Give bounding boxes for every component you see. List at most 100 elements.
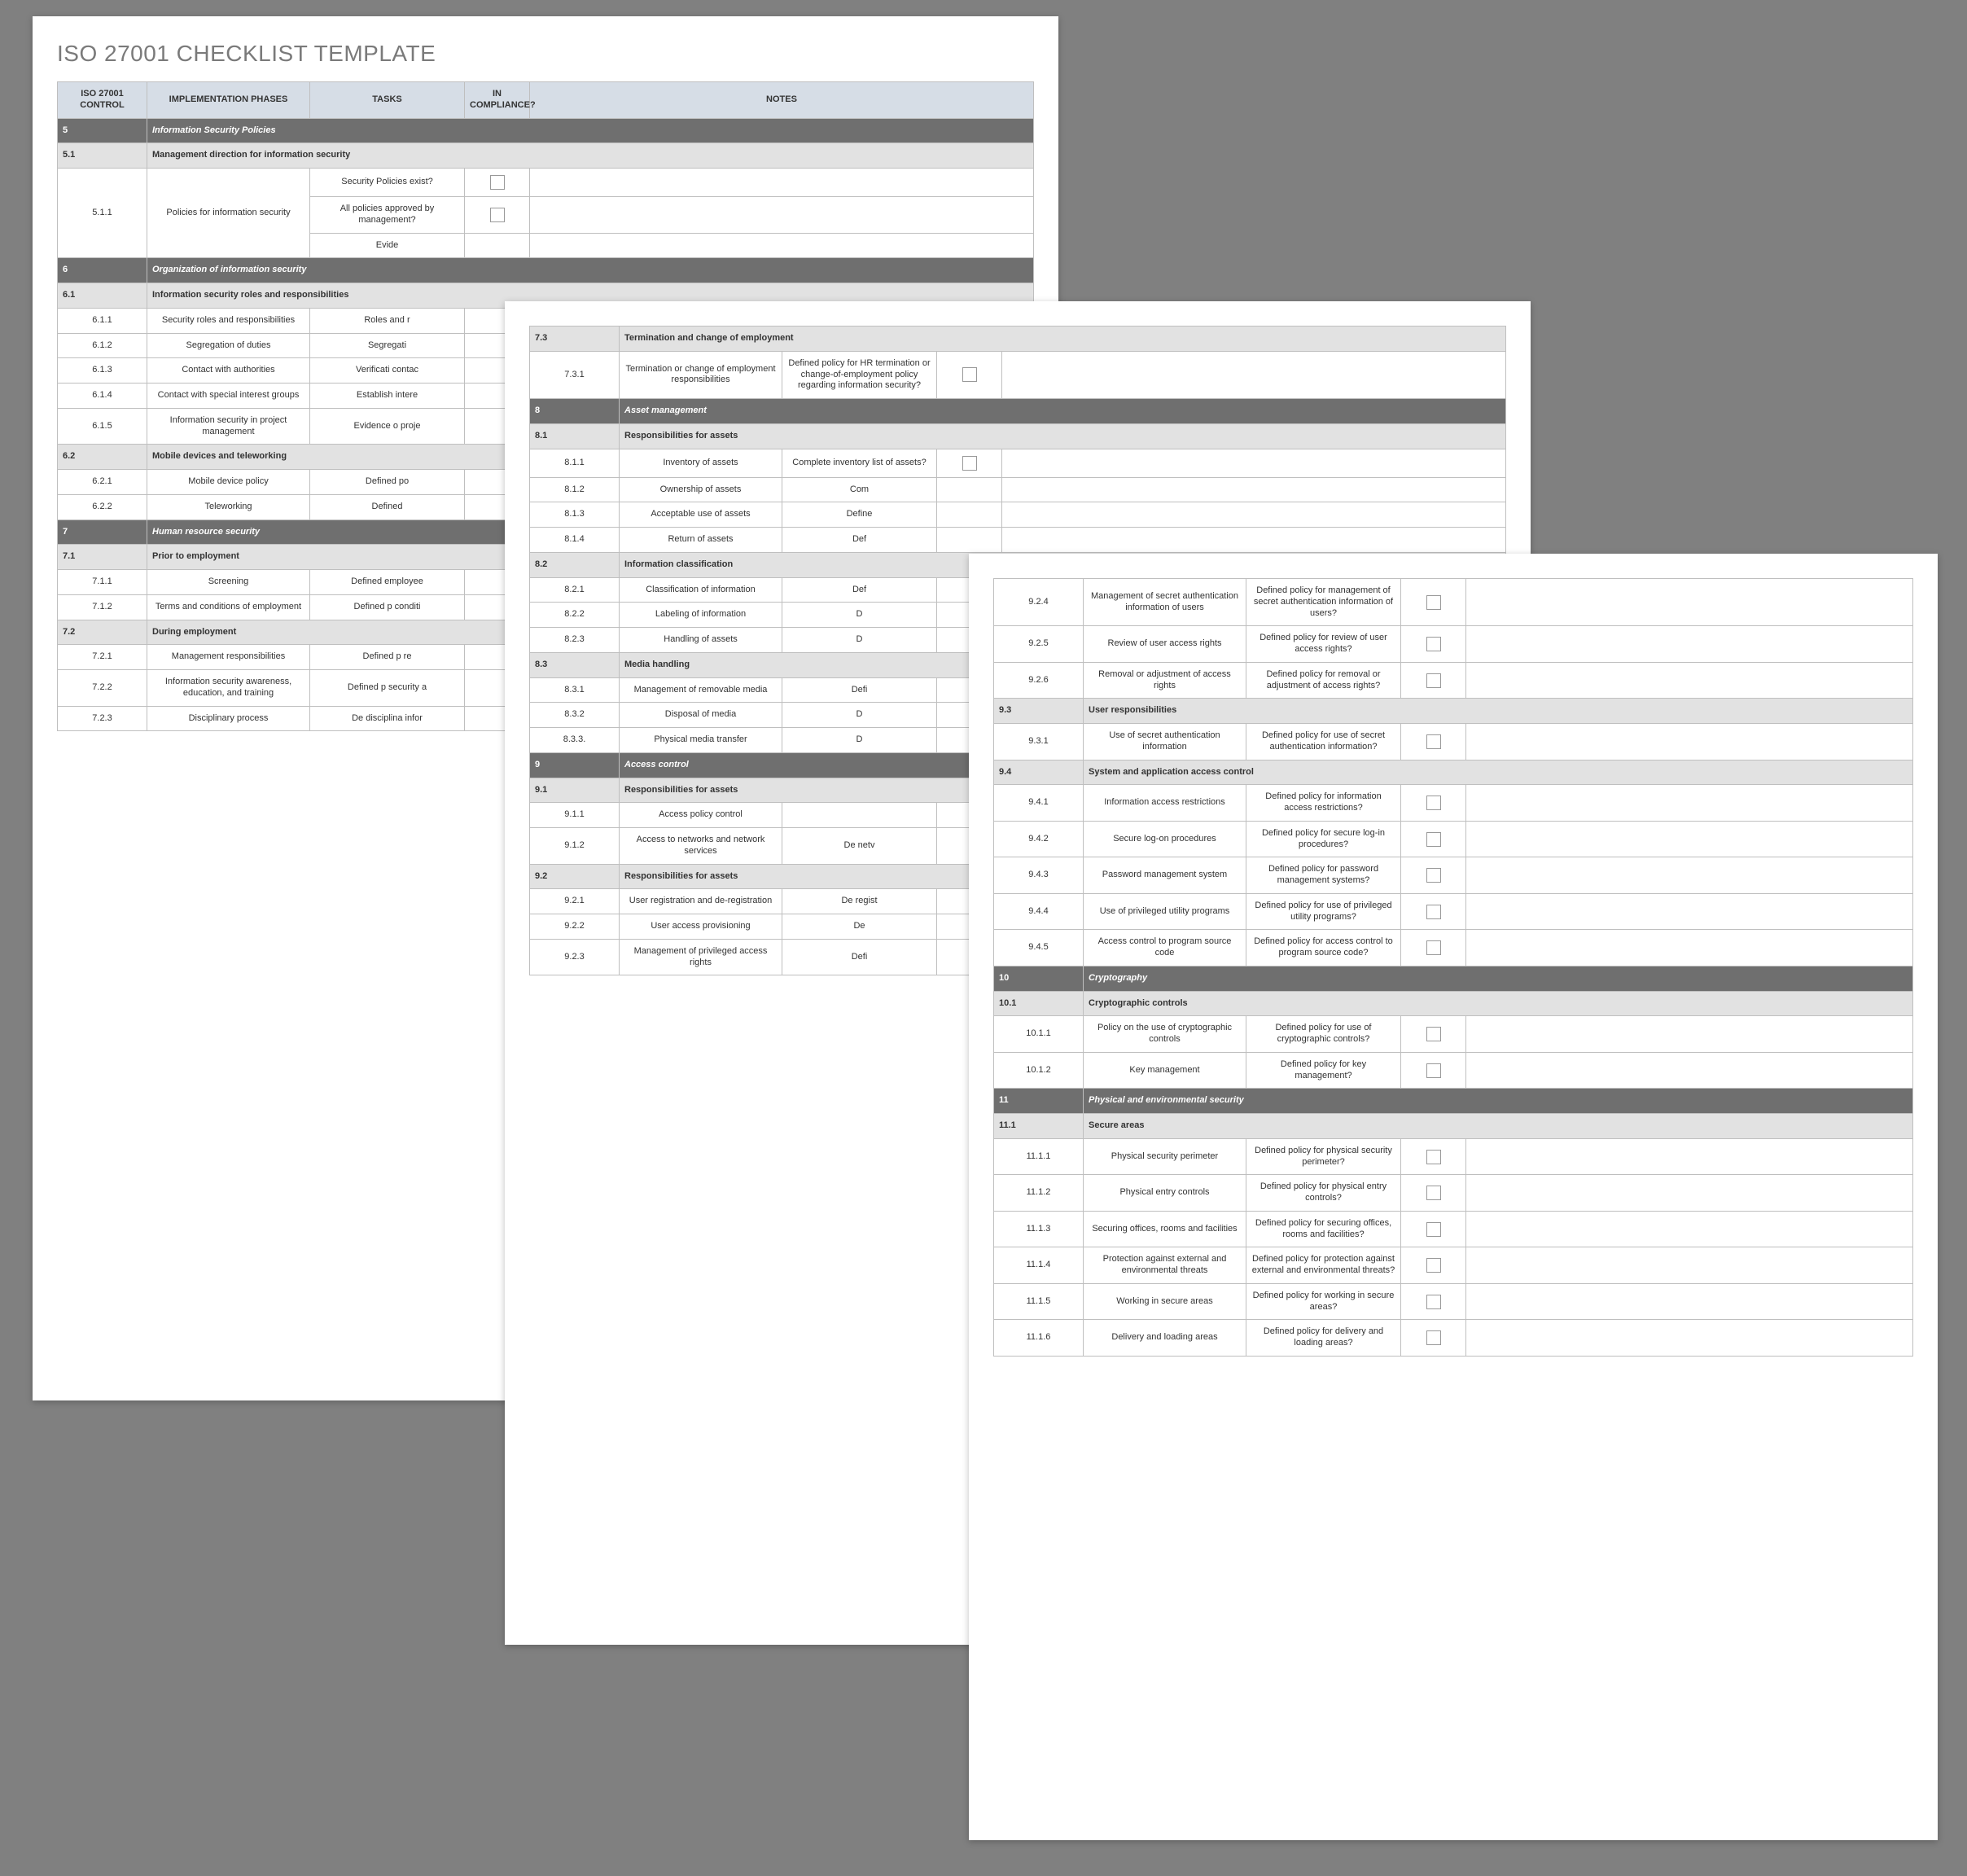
section-label: Physical and environmental security [1084, 1089, 1913, 1114]
notes-cell[interactable] [1466, 1283, 1913, 1320]
notes-cell[interactable] [1002, 477, 1506, 502]
task-text: Establish intere [310, 384, 465, 409]
subsection-id: 8.1 [530, 423, 620, 449]
task-text: De regist [782, 889, 937, 914]
task-text: Security Policies exist? [310, 169, 465, 197]
compliance-checkbox[interactable] [962, 367, 977, 382]
notes-cell[interactable] [1002, 502, 1506, 528]
subsection-id: 6.2 [58, 445, 147, 470]
header-phases: IMPLEMENTATION PHASES [147, 82, 310, 119]
table-row: 8.1.1Inventory of assetsComplete invento… [530, 449, 1506, 477]
notes-cell[interactable] [1002, 528, 1506, 553]
task-text: Defined policy for key management? [1246, 1052, 1401, 1089]
table-row: 11.1.3Securing offices, rooms and facili… [994, 1211, 1913, 1247]
notes-cell[interactable] [1466, 1052, 1913, 1089]
control-id: 7.3.1 [530, 351, 620, 398]
table-row: 9.4System and application access control [994, 760, 1913, 785]
task-text: Defined policy for working in secure are… [1246, 1283, 1401, 1320]
implementation-phase: Disposal of media [620, 703, 782, 728]
table-row: 9.2.5Review of user access rightsDefined… [994, 626, 1913, 663]
compliance-checkbox[interactable] [490, 208, 505, 222]
compliance-checkbox[interactable] [1426, 832, 1441, 847]
control-id: 11.1.3 [994, 1211, 1084, 1247]
compliance-checkbox[interactable] [1426, 673, 1441, 688]
implementation-phase: Use of privileged utility programs [1084, 893, 1246, 930]
subsection-id: 10.1 [994, 991, 1084, 1016]
compliance-checkbox[interactable] [1426, 1330, 1441, 1345]
subsection-label: Termination and change of employment [620, 327, 1506, 352]
notes-cell[interactable] [1466, 1016, 1913, 1053]
section-id: 9 [530, 752, 620, 778]
section-id: 5 [58, 118, 147, 143]
task-text: Defined policy for securing offices, roo… [1246, 1211, 1401, 1247]
task-text: Defined po [310, 470, 465, 495]
compliance-checkbox[interactable] [1426, 1063, 1441, 1078]
task-text: D [782, 703, 937, 728]
notes-cell[interactable] [530, 233, 1034, 258]
subsection-label: Cryptographic controls [1084, 991, 1913, 1016]
compliance-checkbox[interactable] [1426, 940, 1441, 955]
task-text: Evide [310, 233, 465, 258]
notes-cell[interactable] [1466, 1138, 1913, 1175]
compliance-checkbox[interactable] [1426, 796, 1441, 810]
control-id: 9.4.5 [994, 930, 1084, 966]
notes-cell[interactable] [1002, 351, 1506, 398]
control-id: 9.2.3 [530, 939, 620, 975]
compliance-checkbox[interactable] [1426, 595, 1441, 610]
subsection-id: 11.1 [994, 1114, 1084, 1139]
compliance-checkbox[interactable] [490, 175, 505, 190]
implementation-phase: Contact with special interest groups [147, 384, 310, 409]
notes-cell[interactable] [530, 197, 1034, 234]
control-id: 10.1.2 [994, 1052, 1084, 1089]
compliance-checkbox[interactable] [962, 456, 977, 471]
table-row: 9.2.4Management of secret authentication… [994, 579, 1913, 626]
table-row: 8.1Responsibilities for assets [530, 423, 1506, 449]
compliance-checkbox[interactable] [1426, 905, 1441, 919]
implementation-phase: Information security in project manageme… [147, 408, 310, 445]
compliance-checkbox[interactable] [1426, 734, 1441, 749]
notes-cell[interactable] [1466, 662, 1913, 699]
implementation-phase: Contact with authorities [147, 358, 310, 384]
compliance-checkbox[interactable] [1426, 1295, 1441, 1309]
control-id: 11.1.6 [994, 1320, 1084, 1357]
implementation-phase: Review of user access rights [1084, 626, 1246, 663]
compliance-checkbox[interactable] [1426, 1258, 1441, 1273]
section-id: 11 [994, 1089, 1084, 1114]
table-row: 9.4.2Secure log-on proceduresDefined pol… [994, 821, 1913, 857]
compliance-checkbox[interactable] [1426, 1186, 1441, 1200]
implementation-phase: Physical security perimeter [1084, 1138, 1246, 1175]
notes-cell[interactable] [1466, 1211, 1913, 1247]
section-label: Cryptography [1084, 966, 1913, 991]
notes-cell[interactable] [1002, 449, 1506, 477]
compliance-checkbox[interactable] [1426, 1150, 1441, 1164]
implementation-phase: Disciplinary process [147, 706, 310, 731]
notes-cell[interactable] [1466, 785, 1913, 822]
compliance-checkbox[interactable] [1426, 1222, 1441, 1237]
notes-cell[interactable] [1466, 857, 1913, 894]
notes-cell[interactable] [1466, 1247, 1913, 1284]
implementation-phase: Security roles and responsibilities [147, 308, 310, 333]
control-id: 8.1.3 [530, 502, 620, 528]
notes-cell[interactable] [1466, 1175, 1913, 1212]
notes-cell[interactable] [1466, 1320, 1913, 1357]
table-row: 11.1.5Working in secure areasDefined pol… [994, 1283, 1913, 1320]
compliance-cell [1401, 1138, 1466, 1175]
section-id: 8 [530, 399, 620, 424]
task-text: Define [782, 502, 937, 528]
implementation-phase: Teleworking [147, 494, 310, 519]
compliance-checkbox[interactable] [1426, 868, 1441, 883]
notes-cell[interactable] [1466, 893, 1913, 930]
implementation-phase: Protection against external and environm… [1084, 1247, 1246, 1284]
notes-cell[interactable] [1466, 821, 1913, 857]
notes-cell[interactable] [1466, 626, 1913, 663]
compliance-checkbox[interactable] [1426, 637, 1441, 651]
notes-cell[interactable] [1466, 724, 1913, 760]
notes-cell[interactable] [530, 169, 1034, 197]
notes-cell[interactable] [1466, 930, 1913, 966]
implementation-phase: Terms and conditions of employment [147, 594, 310, 620]
compliance-checkbox[interactable] [1426, 1027, 1441, 1041]
implementation-phase: Working in secure areas [1084, 1283, 1246, 1320]
compliance-cell [937, 477, 1002, 502]
task-text: Defined policy for secure log-in procedu… [1246, 821, 1401, 857]
notes-cell[interactable] [1466, 579, 1913, 626]
